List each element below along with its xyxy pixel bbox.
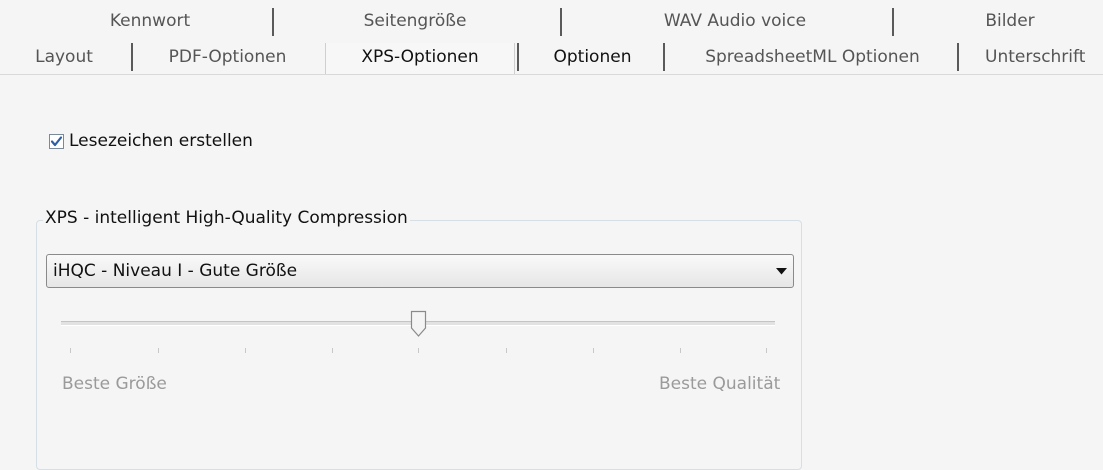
slider-tick: [70, 348, 71, 353]
bookmark-checkbox-label: Lesezeichen erstellen: [69, 131, 253, 151]
tab-bilder[interactable]: Bilder: [920, 8, 1100, 34]
tab-unterschrift[interactable]: Unterschrift: [967, 43, 1103, 73]
compression-group-title: XPS - intelligent High-Quality Compressi…: [43, 208, 410, 228]
slider-min-label: Beste Größe: [62, 374, 167, 394]
compression-select-value: iHQC - Niveau I - Gute Größe: [53, 261, 298, 281]
tab-separator: [272, 8, 274, 36]
checkbox-box[interactable]: [49, 133, 64, 149]
tab-separator: [560, 8, 562, 36]
tab-row-top: Kennwort Seitengröße WAV Audio voice Bil…: [0, 8, 1103, 38]
tab-separator: [957, 43, 959, 71]
chevron-down-icon[interactable]: [769, 255, 793, 287]
tab-kennwort[interactable]: Kennwort: [40, 8, 260, 34]
tab-optionen[interactable]: Optionen: [525, 43, 660, 73]
tab-seitengroesse[interactable]: Seitengröße: [290, 8, 540, 34]
slider-tick: [766, 348, 767, 353]
slider-tick: [506, 348, 507, 353]
tab-wav-audio-voice[interactable]: WAV Audio voice: [600, 8, 870, 34]
checkmark-icon: [50, 135, 63, 146]
slider-tick: [418, 348, 419, 353]
tab-xps-optionen[interactable]: XPS-Optionen: [325, 43, 515, 75]
slider-tick: [593, 348, 594, 353]
tab-separator: [131, 43, 133, 71]
bookmark-checkbox[interactable]: Lesezeichen erstellen: [49, 131, 253, 151]
tab-separator: [517, 43, 519, 71]
tab-spreadsheetml-optionen[interactable]: SpreadsheetML Optionen: [675, 43, 950, 73]
tab-pdf-optionen[interactable]: PDF-Optionen: [140, 43, 315, 73]
compression-level-select[interactable]: iHQC - Niveau I - Gute Größe: [46, 254, 794, 288]
slider-tick: [332, 348, 333, 353]
tab-row-bottom: Layout PDF-Optionen XPS-Optionen Optione…: [0, 43, 1103, 75]
quality-slider-thumb[interactable]: [410, 310, 427, 338]
tab-separator: [663, 43, 665, 71]
slider-tick: [680, 348, 681, 353]
slider-tick: [245, 348, 246, 353]
tab-layout[interactable]: Layout: [0, 43, 128, 73]
slider-max-label: Beste Qualität: [659, 374, 781, 394]
slider-tick: [158, 348, 159, 353]
tab-separator: [892, 8, 894, 36]
tab-strip-divider: [0, 74, 1103, 75]
